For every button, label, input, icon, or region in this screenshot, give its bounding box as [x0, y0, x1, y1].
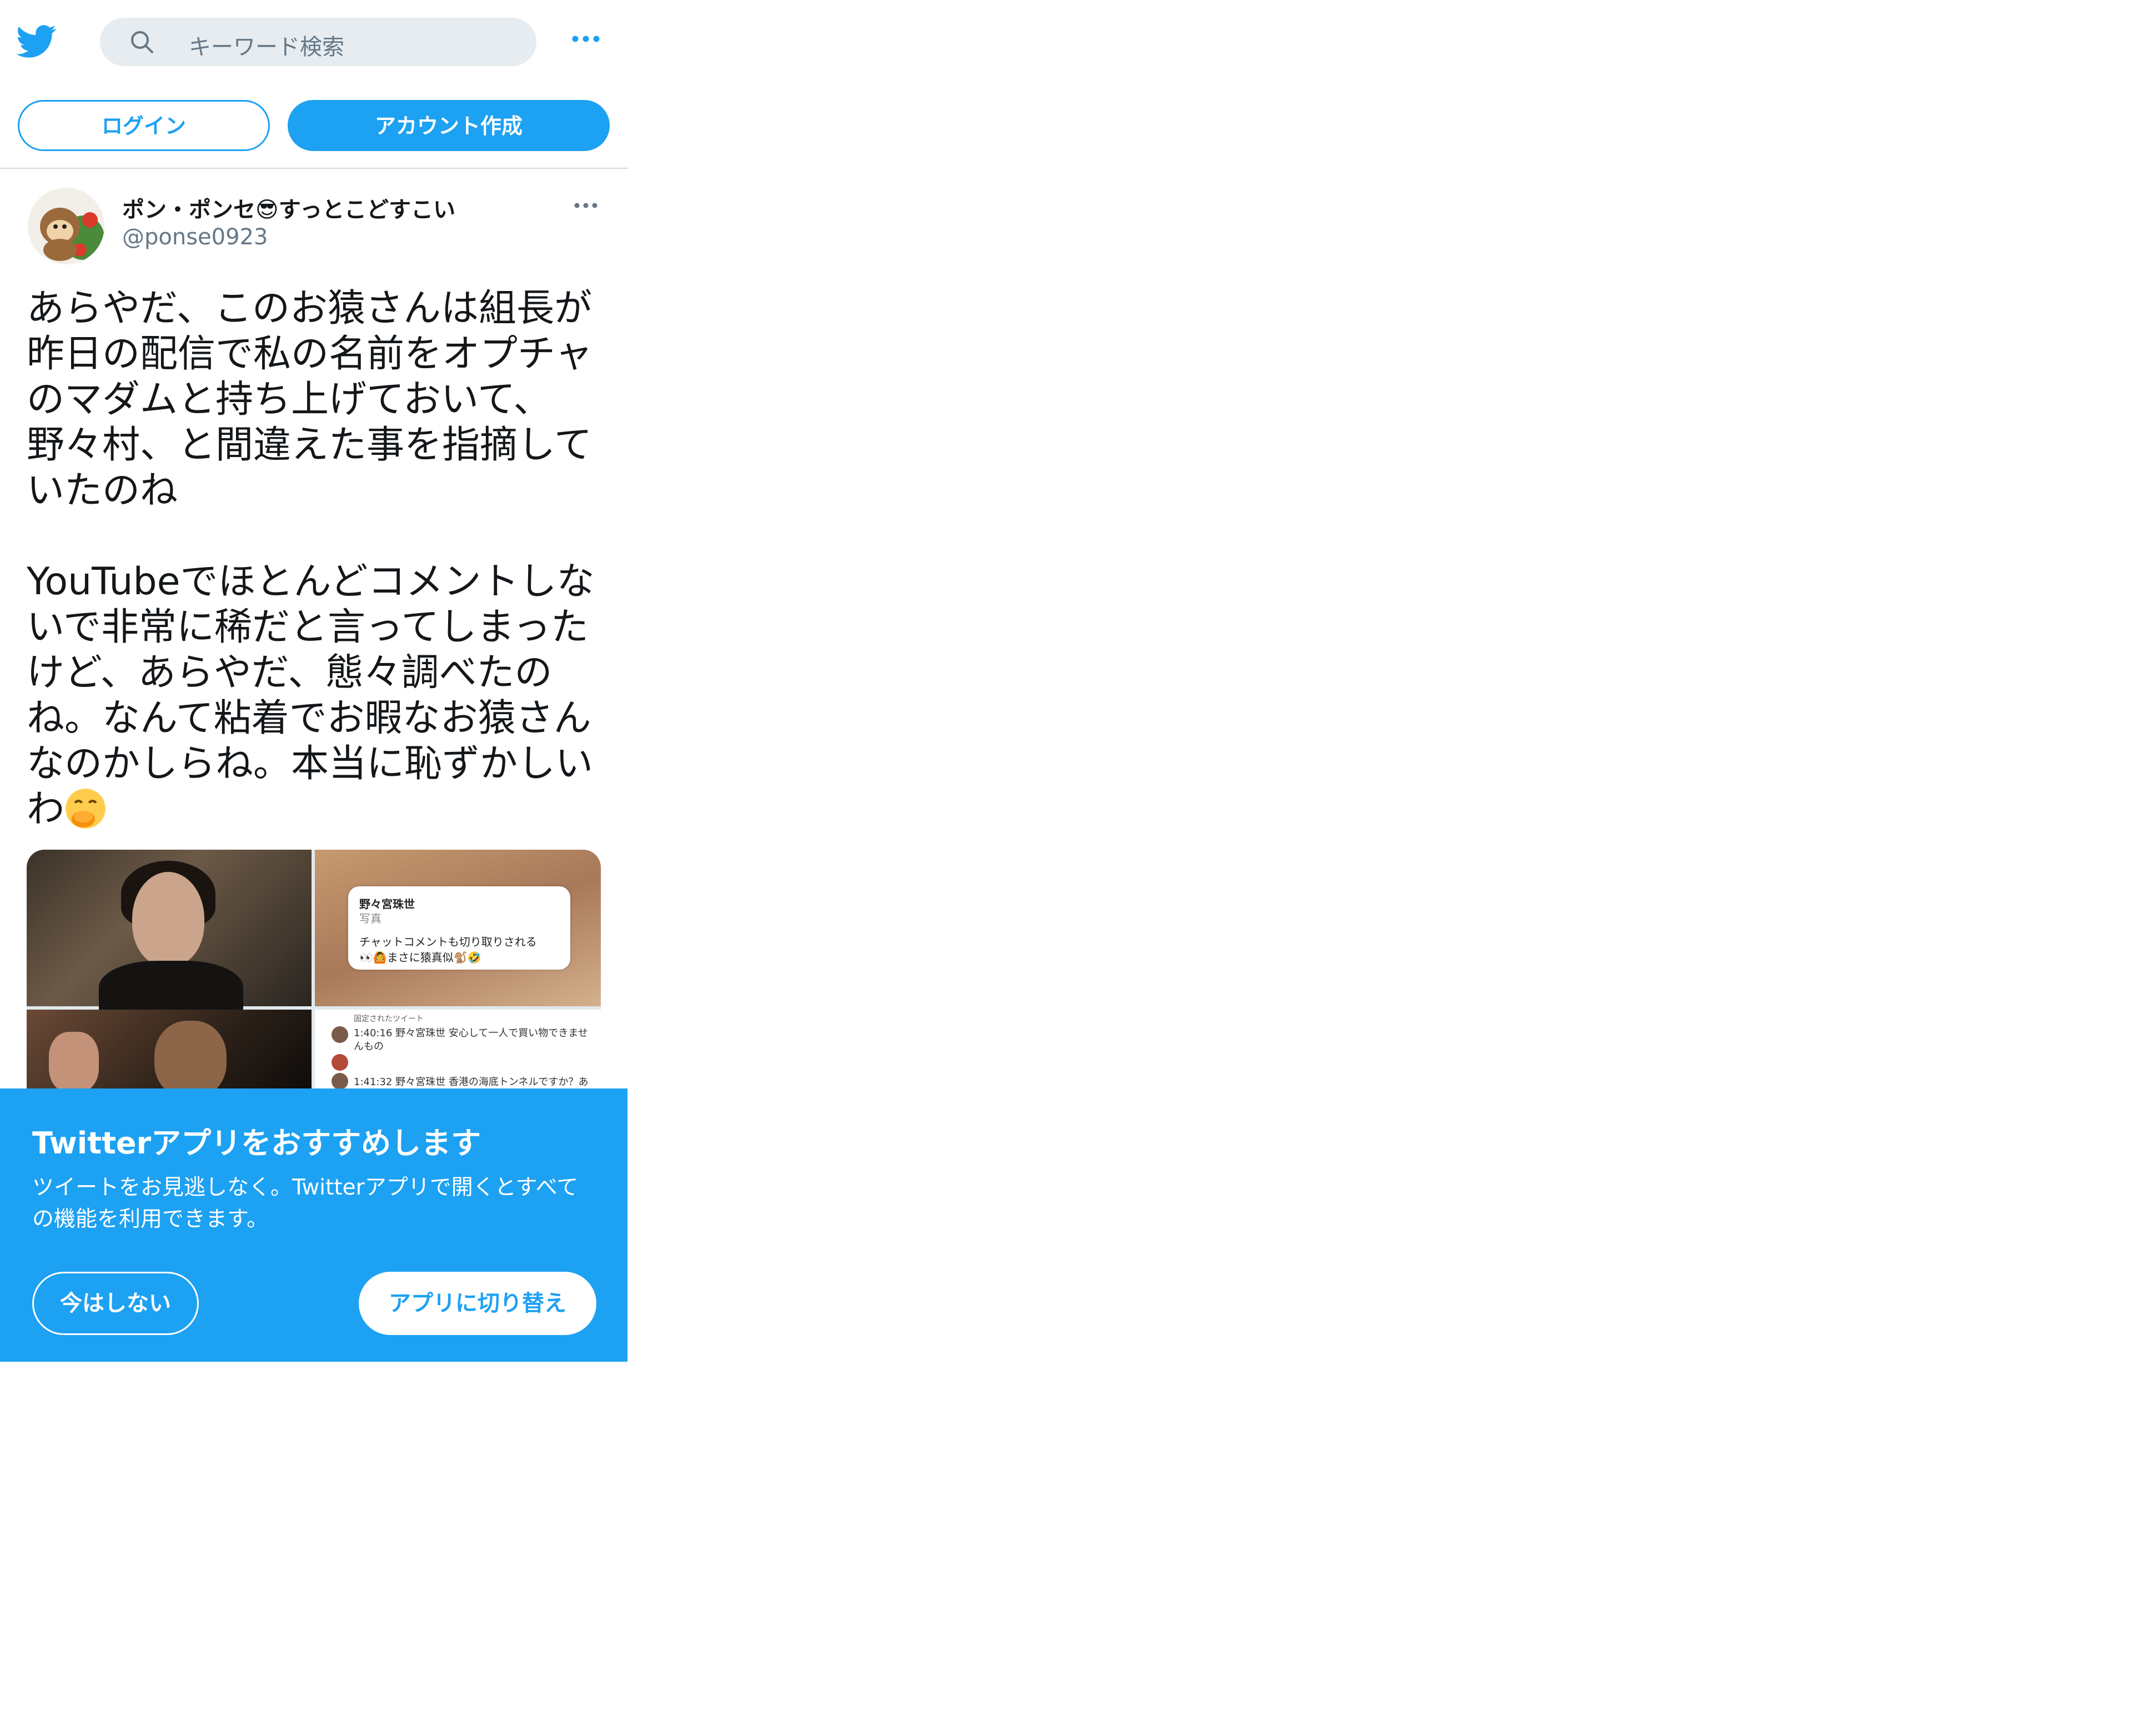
twitter-mobile-page: キーワード検索 ログイン アカウント作成 ポン・ポンセ😎すっとこどすこい @po…	[0, 0, 627, 1736]
search-icon	[131, 31, 153, 53]
monkey-avatar-image	[28, 188, 104, 264]
tweet-media-grid[interactable]: 野々宮珠世 写真 チャットコメントも切り取りされる 👀🙆まさに猿真似🐒🤣 固定さ…	[27, 850, 601, 1088]
photo-shape	[132, 872, 204, 966]
app-promo-banner: Twitterアプリをおすすめします ツイートをお見逃しなく。Twitterアプ…	[0, 1088, 627, 1362]
signup-button[interactable]: アカウント作成	[288, 100, 610, 151]
media-image-1[interactable]	[27, 850, 312, 1027]
author-display-name[interactable]: ポン・ポンセ😎すっとこどすこい	[122, 192, 455, 224]
chat-avatar	[332, 1073, 348, 1088]
chat-avatar	[332, 1026, 348, 1043]
media-image-4[interactable]: 固定されたツイート 1:40:16 野々宮珠世 安心して一人で買い物できませ ん…	[315, 1010, 601, 1088]
login-button[interactable]: ログイン	[18, 100, 270, 151]
tweet-text-body: あらやだ、このお猿さんは組長が 昨日の配信で私の名前をオプチャ のマダムと持ち上…	[27, 287, 595, 831]
chat-avatar	[332, 1054, 348, 1071]
switch-to-app-button[interactable]: アプリに切り替え	[359, 1272, 596, 1335]
hand-over-mouth-emoji-icon	[66, 789, 106, 829]
screenshot-card: 野々宮珠世 写真 チャットコメントも切り取りされる 👀🙆まさに猿真似🐒🤣	[348, 886, 570, 970]
avatar[interactable]	[28, 188, 104, 264]
media-image-2[interactable]: 野々宮珠世 写真 チャットコメントも切り取りされる 👀🙆まさに猿真似🐒🤣	[315, 850, 601, 1006]
tweet-text: あらやだ、このお猿さんは組長が 昨日の配信で私の名前をオプチャ のマダムと持ち上…	[27, 286, 610, 832]
header-divider	[0, 168, 627, 169]
chat-row: 1:41:32 野々宮珠世 香港の海底トンネルですか？あ	[354, 1076, 589, 1088]
search-box[interactable]: キーワード検索	[100, 18, 536, 66]
banner-description: ツイートをお見逃しなく。Twitterアプリで開くとすべての機能を利用できます。	[32, 1175, 579, 1232]
photo-shape	[49, 1032, 99, 1088]
author-handle[interactable]: @ponse0923	[122, 224, 268, 250]
screenshot-line: 👀🙆まさに猿真似🐒🤣	[359, 951, 481, 964]
not-now-button[interactable]: 今はしない	[32, 1272, 199, 1335]
chat-row: んもの	[354, 1041, 384, 1052]
twitter-bird-icon[interactable]	[17, 21, 57, 61]
banner-title: Twitterアプリをおすすめします	[32, 1126, 481, 1161]
screenshot-sub: 写真	[359, 912, 381, 925]
photo-shape	[154, 1021, 227, 1088]
media-image-3[interactable]	[27, 1010, 312, 1088]
screenshot-line: チャットコメントも切り取りされる	[359, 935, 537, 949]
tweet-more-icon[interactable]	[573, 201, 599, 210]
screenshot-name: 野々宮珠世	[359, 897, 415, 911]
search-input[interactable]: キーワード検索	[189, 29, 344, 61]
more-options-icon[interactable]	[571, 33, 601, 44]
chat-row: 1:40:16 野々宮珠世 安心して一人で買い物できませ	[354, 1027, 588, 1039]
pinned-label: 固定されたツイート	[354, 1015, 424, 1023]
